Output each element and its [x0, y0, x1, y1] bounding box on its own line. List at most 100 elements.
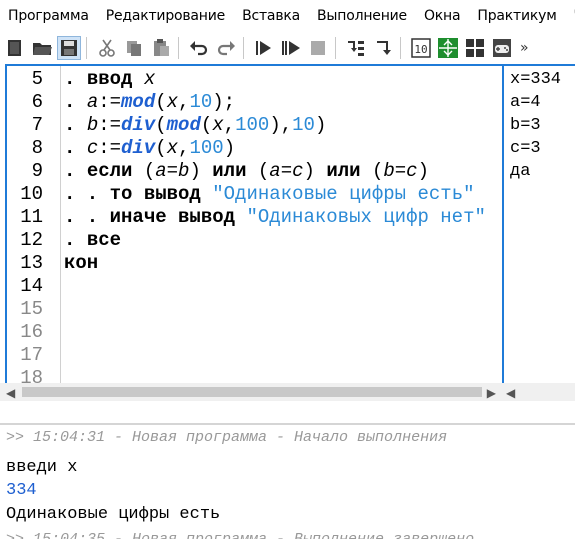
ten-icon[interactable]: 10: [409, 36, 433, 60]
code-area[interactable]: . ввод x . a:=mod(x,10); . b:=div(mod(x,…: [64, 66, 504, 383]
indent-dots: .: [64, 160, 87, 182]
drawer-grid-icon[interactable]: [463, 36, 487, 60]
toolbar-separator: [400, 37, 401, 59]
keyword: вывод: [166, 206, 247, 228]
toolbar-overflow-button[interactable]: »: [520, 40, 529, 56]
number: 10: [292, 114, 315, 136]
keyword: или: [326, 160, 361, 182]
menu-program[interactable]: Программа: [0, 8, 98, 24]
line-number: 11: [20, 206, 43, 228]
gamepad-icon[interactable]: [490, 36, 514, 60]
undo-icon[interactable]: [187, 36, 211, 60]
variable: b: [383, 160, 395, 182]
robot-grid-icon[interactable]: [436, 36, 460, 60]
scroll-right-icon[interactable]: ▶: [487, 386, 496, 400]
line-number: 7: [31, 114, 43, 136]
operator: =: [166, 160, 179, 182]
toolbar-separator: [86, 37, 87, 59]
variable: b: [178, 160, 190, 182]
variable: x: [166, 91, 179, 113]
editor-horizontal-scrollbar[interactable]: ◀ ▶: [0, 383, 502, 401]
stop-icon[interactable]: [306, 36, 330, 60]
code-line: . ввод x: [64, 68, 155, 91]
scrollbar-thumb[interactable]: [22, 387, 482, 397]
line-number: 15: [20, 298, 43, 320]
margin-horizontal-scrollbar[interactable]: ◀: [502, 383, 575, 401]
svg-text:10: 10: [414, 43, 427, 56]
keyword: кон: [64, 252, 99, 274]
paste-icon[interactable]: [149, 36, 173, 60]
line-number: 8: [31, 137, 43, 159]
punct: ): [417, 160, 429, 182]
indent-dots: .: [64, 229, 87, 251]
menu-windows[interactable]: Окна: [416, 8, 469, 24]
menu-drawer[interactable]: Чер: [566, 8, 575, 24]
line-number: 9: [31, 160, 43, 182]
save-icon[interactable]: [57, 36, 81, 60]
indent-dots: . .: [64, 206, 110, 228]
code-line: . если (a=b) или (a=c) или (b=c): [64, 160, 429, 183]
operator: =: [394, 160, 407, 182]
keyword: если: [86, 160, 133, 182]
toolbar-separator: [243, 37, 244, 59]
code-editor[interactable]: 5 6 7 8 9 10 11 12 13 14 15 16 17 18 . в…: [5, 64, 504, 385]
variable: b: [86, 114, 99, 136]
menu-insert[interactable]: Вставка: [234, 8, 309, 24]
code-line: . a:=mod(x,10);: [64, 91, 235, 114]
menu-edit[interactable]: Редактирование: [98, 8, 234, 24]
step-run-icon[interactable]: [279, 36, 303, 60]
punct: ),: [269, 114, 293, 136]
line-number-gutter: 5 6 7 8 9 10 11 12 13 14 15 16 17 18: [7, 66, 59, 383]
function-name: mod: [166, 114, 201, 136]
variable: a: [269, 160, 281, 182]
step-out-icon[interactable]: [371, 36, 395, 60]
panel-splitter[interactable]: [0, 401, 575, 423]
copy-icon[interactable]: [122, 36, 146, 60]
line-number: 17: [20, 344, 43, 366]
keyword: все: [86, 229, 122, 251]
console-input-line: 334: [6, 481, 37, 500]
operator: :=: [98, 114, 122, 136]
scroll-left-icon[interactable]: ◀: [506, 386, 515, 400]
line-number: 14: [20, 275, 43, 297]
redo-icon[interactable]: [214, 36, 238, 60]
menu-run[interactable]: Выполнение: [309, 8, 416, 24]
step-into-icon[interactable]: [344, 36, 368, 60]
function-name: mod: [121, 91, 156, 113]
variable: c: [406, 160, 418, 182]
cut-icon[interactable]: [95, 36, 119, 60]
punct: ,: [223, 114, 236, 136]
punct: ): [314, 114, 327, 136]
console-output-line: введи x: [6, 458, 78, 477]
code-line: . . то вывод "Одинаковые цифры есть": [64, 183, 475, 206]
scroll-left-icon[interactable]: ◀: [6, 386, 15, 400]
punct: ): [189, 160, 213, 182]
open-folder-icon[interactable]: [30, 36, 54, 60]
run-icon[interactable]: [252, 36, 276, 60]
margin-value: a=4: [510, 93, 541, 112]
number: 100: [189, 137, 224, 159]
punct: ): [303, 160, 327, 182]
variable-margin: x=334 a=4 b=3 c=3 да: [502, 64, 575, 385]
margin-value: да: [510, 162, 531, 181]
punct: (: [155, 91, 167, 113]
indent-dots: .: [64, 68, 87, 90]
function-name: div: [121, 114, 156, 136]
line-number: 10: [20, 183, 43, 205]
punct: (: [155, 114, 167, 136]
line-number: 16: [20, 321, 43, 343]
menu-practicum[interactable]: Практикум: [469, 8, 565, 24]
margin-value: x=334: [510, 70, 562, 89]
margin-value: b=3: [510, 116, 541, 135]
code-line: кон: [64, 252, 98, 275]
punct: ,: [178, 91, 190, 113]
punct: ,: [178, 137, 190, 159]
output-console[interactable]: >> 15:04:31 - Новая программа - Начало в…: [0, 423, 575, 539]
line-number: 6: [31, 91, 43, 113]
code-line: . b:=div(mod(x,100),10): [64, 114, 326, 137]
punct: ): [223, 137, 236, 159]
new-file-icon[interactable]: [3, 36, 27, 60]
indent-dots: .: [64, 137, 87, 159]
operator: =: [280, 160, 293, 182]
code-line: . c:=div(x,100): [64, 137, 235, 160]
